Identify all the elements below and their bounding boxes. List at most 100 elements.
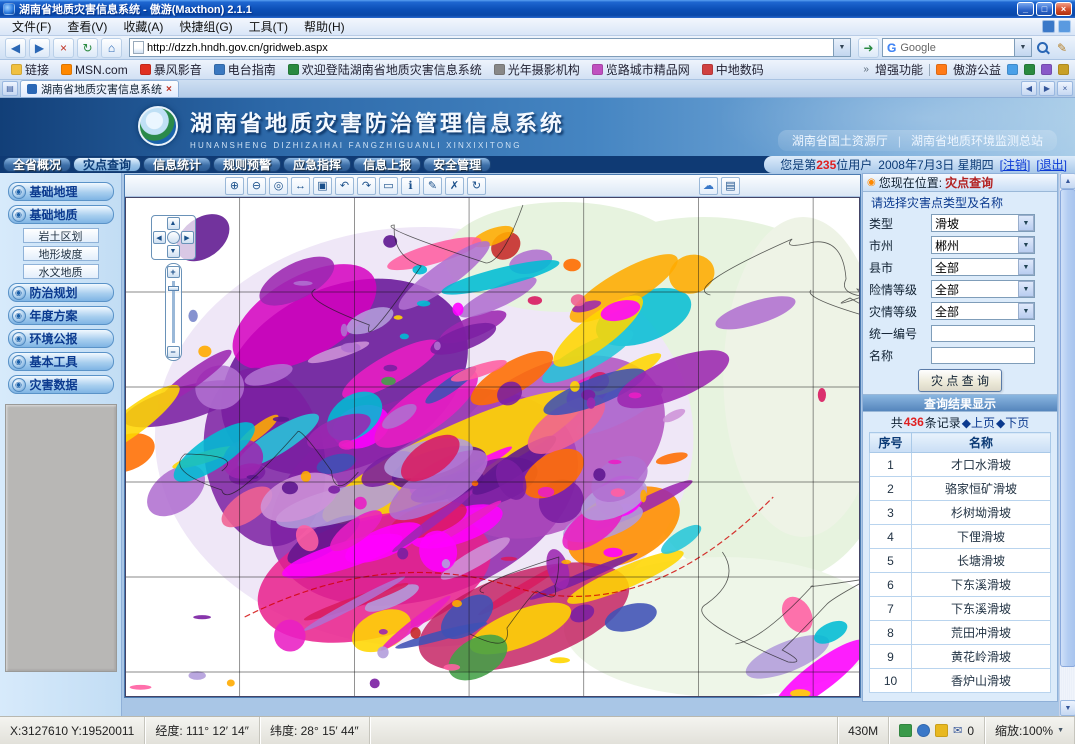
- nav-tab-statistics[interactable]: 信息统计: [143, 157, 211, 172]
- pan-up-icon[interactable]: ▲: [167, 217, 180, 230]
- mail-icon[interactable]: ✉: [953, 724, 962, 737]
- fill-form-icon[interactable]: ✎: [1054, 41, 1070, 55]
- browser-tab-active[interactable]: 湖南省地质灾害信息系统 ×: [20, 80, 179, 97]
- zoom-level[interactable]: 缩放:100% ▼: [985, 717, 1075, 744]
- address-bar[interactable]: http://dzzh.hndh.gov.cn/gridweb.aspx ▼: [129, 38, 851, 57]
- logout-link[interactable]: [注销]: [1000, 156, 1031, 173]
- security-shield-icon[interactable]: [899, 724, 912, 737]
- refresh-button[interactable]: ↻: [77, 38, 98, 58]
- table-row[interactable]: 4下俚滑坡: [870, 525, 1051, 549]
- sidebar-item-base-geography[interactable]: ◉基础地理: [8, 182, 114, 201]
- scroll-down-icon[interactable]: ▼: [1060, 700, 1075, 716]
- next-page-link[interactable]: ◆下页: [996, 414, 1029, 431]
- table-row[interactable]: 3杉树坳滑坡: [870, 501, 1051, 525]
- pan-right-icon[interactable]: ▶: [181, 231, 194, 244]
- close-button[interactable]: ×: [1055, 2, 1072, 16]
- links-folder[interactable]: 链接: [6, 61, 54, 78]
- sidebar-item-disaster-data[interactable]: ◉灾害数据: [8, 375, 114, 394]
- link-baofeng[interactable]: 暴风影音: [135, 61, 207, 78]
- vertical-scrollbar[interactable]: ▲ ▼: [1059, 173, 1075, 716]
- sidebar-item-prevention-plan[interactable]: ◉防治规划: [8, 283, 114, 302]
- link-city[interactable]: 览路城市精品网: [587, 61, 695, 78]
- disaster-level-select[interactable]: 全部▼: [931, 302, 1035, 320]
- next-view-icon[interactable]: ↷: [357, 177, 376, 195]
- table-row[interactable]: 1才口水滑坡: [870, 453, 1051, 477]
- maxthon-charity-link[interactable]: 傲游公益: [953, 61, 1001, 78]
- links-overflow-icon[interactable]: »: [863, 64, 869, 75]
- tab-scroll-right-icon[interactable]: ▶: [1039, 81, 1055, 96]
- full-extent-icon[interactable]: ▣: [313, 177, 332, 195]
- menu-help[interactable]: 帮助(H): [296, 18, 353, 35]
- tab-close-icon[interactable]: ×: [166, 84, 172, 95]
- fullscreen-icon[interactable]: [1058, 20, 1071, 33]
- menu-groups[interactable]: 快捷组(G): [171, 18, 240, 35]
- county-select[interactable]: 全部▼: [931, 258, 1035, 276]
- clear-icon[interactable]: ✗: [445, 177, 464, 195]
- geological-map[interactable]: ▲ ◀ ▶ ▼ + −: [125, 197, 860, 697]
- scrollbar-thumb[interactable]: [1060, 189, 1075, 667]
- weather-icon[interactable]: ☁: [699, 177, 718, 195]
- sound-icon[interactable]: [1058, 64, 1069, 75]
- address-dropdown-icon[interactable]: ▼: [833, 39, 850, 56]
- prev-page-link[interactable]: ◆上页: [962, 414, 995, 431]
- menu-tools[interactable]: 工具(T): [241, 18, 296, 35]
- table-row[interactable]: 9黄花岭滑坡: [870, 645, 1051, 669]
- nav-tab-emergency[interactable]: 应急指挥: [283, 157, 351, 172]
- search-icon[interactable]: [1035, 40, 1051, 56]
- map-layers-icon[interactable]: ▤: [721, 177, 740, 195]
- chevron-down-icon[interactable]: ▼: [1018, 303, 1034, 319]
- menu-file[interactable]: 文件(F): [4, 18, 59, 35]
- unified-id-input[interactable]: [931, 325, 1035, 342]
- pan-left-icon[interactable]: ◀: [153, 231, 166, 244]
- chevron-down-icon[interactable]: ▼: [1018, 237, 1034, 253]
- home-button[interactable]: ⌂: [101, 38, 122, 58]
- table-row[interactable]: 7下东溪滑坡: [870, 597, 1051, 621]
- search-dropdown-icon[interactable]: ▼: [1014, 39, 1031, 56]
- stop-button[interactable]: ×: [53, 38, 74, 58]
- maximize-button[interactable]: □: [1036, 2, 1053, 16]
- search-box[interactable]: G Google ▼: [882, 38, 1032, 57]
- sidebar-subitem-rock-zoning[interactable]: 岩土区划: [23, 228, 99, 243]
- nav-tab-overview[interactable]: 全省概况: [3, 157, 71, 172]
- table-row[interactable]: 10香炉山滑坡: [870, 669, 1051, 693]
- tab-list-icon[interactable]: ▤: [2, 81, 18, 96]
- table-row[interactable]: 2骆家恒矿滑坡: [870, 477, 1051, 501]
- chevron-down-icon[interactable]: ▼: [1018, 259, 1034, 275]
- sidebar-subitem-slope[interactable]: 地形坡度: [23, 246, 99, 261]
- table-row[interactable]: 6下东溪滑坡: [870, 573, 1051, 597]
- pan-center-icon[interactable]: [167, 231, 180, 244]
- alert-icon[interactable]: [935, 724, 948, 737]
- scroll-up-icon[interactable]: ▲: [1060, 173, 1075, 189]
- minimize-button[interactable]: _: [1017, 2, 1034, 16]
- sidebar-item-env-bulletin[interactable]: ◉环境公报: [8, 329, 114, 348]
- chevron-down-icon[interactable]: ▼: [1018, 281, 1034, 297]
- previous-view-icon[interactable]: ↶: [335, 177, 354, 195]
- link-radio[interactable]: 电台指南: [209, 61, 281, 78]
- zoom-slider-thumb[interactable]: [168, 286, 179, 291]
- center-map-icon[interactable]: ◎: [269, 177, 288, 195]
- forward-button[interactable]: ▶: [29, 38, 50, 58]
- tab-scroll-left-icon[interactable]: ◀: [1021, 81, 1037, 96]
- link-photo[interactable]: 光年摄影机构: [489, 61, 585, 78]
- sidebar-item-annual-plan[interactable]: ◉年度方案: [8, 306, 114, 325]
- nav-tab-warning[interactable]: 规则预警: [213, 157, 281, 172]
- sidebar-subitem-hydrogeology[interactable]: 水文地质: [23, 264, 99, 279]
- menu-favorites[interactable]: 收藏(A): [115, 18, 171, 35]
- zoom-slider-plus-icon[interactable]: +: [167, 266, 180, 278]
- chevron-down-icon[interactable]: ▼: [1018, 215, 1034, 231]
- nav-tab-admin[interactable]: 安全管理: [423, 157, 491, 172]
- title-bar[interactable]: 湖南省地质灾害信息系统 - 傲游(Maxthon) 2.1.1 _ □ ×: [0, 0, 1075, 18]
- exit-link[interactable]: [退出]: [1036, 156, 1067, 173]
- panel-toggle-icon[interactable]: [1042, 20, 1055, 33]
- tab-bar-close-icon[interactable]: ×: [1057, 81, 1073, 96]
- danger-level-select[interactable]: 全部▼: [931, 280, 1035, 298]
- back-button[interactable]: ◀: [5, 38, 26, 58]
- address-url[interactable]: http://dzzh.hndh.gov.cn/gridweb.aspx: [147, 42, 830, 54]
- table-row[interactable]: 8荒田冲滑坡: [870, 621, 1051, 645]
- identify-icon[interactable]: ℹ: [401, 177, 420, 195]
- link-welcome[interactable]: 欢迎登陆湖南省地质灾害信息系统: [283, 61, 487, 78]
- search-engine-label[interactable]: Google: [900, 42, 1010, 54]
- nav-tab-disaster-query[interactable]: 灾点查询: [73, 157, 141, 172]
- proxy-status-icon[interactable]: [917, 724, 930, 737]
- zoom-slider[interactable]: + −: [165, 263, 182, 361]
